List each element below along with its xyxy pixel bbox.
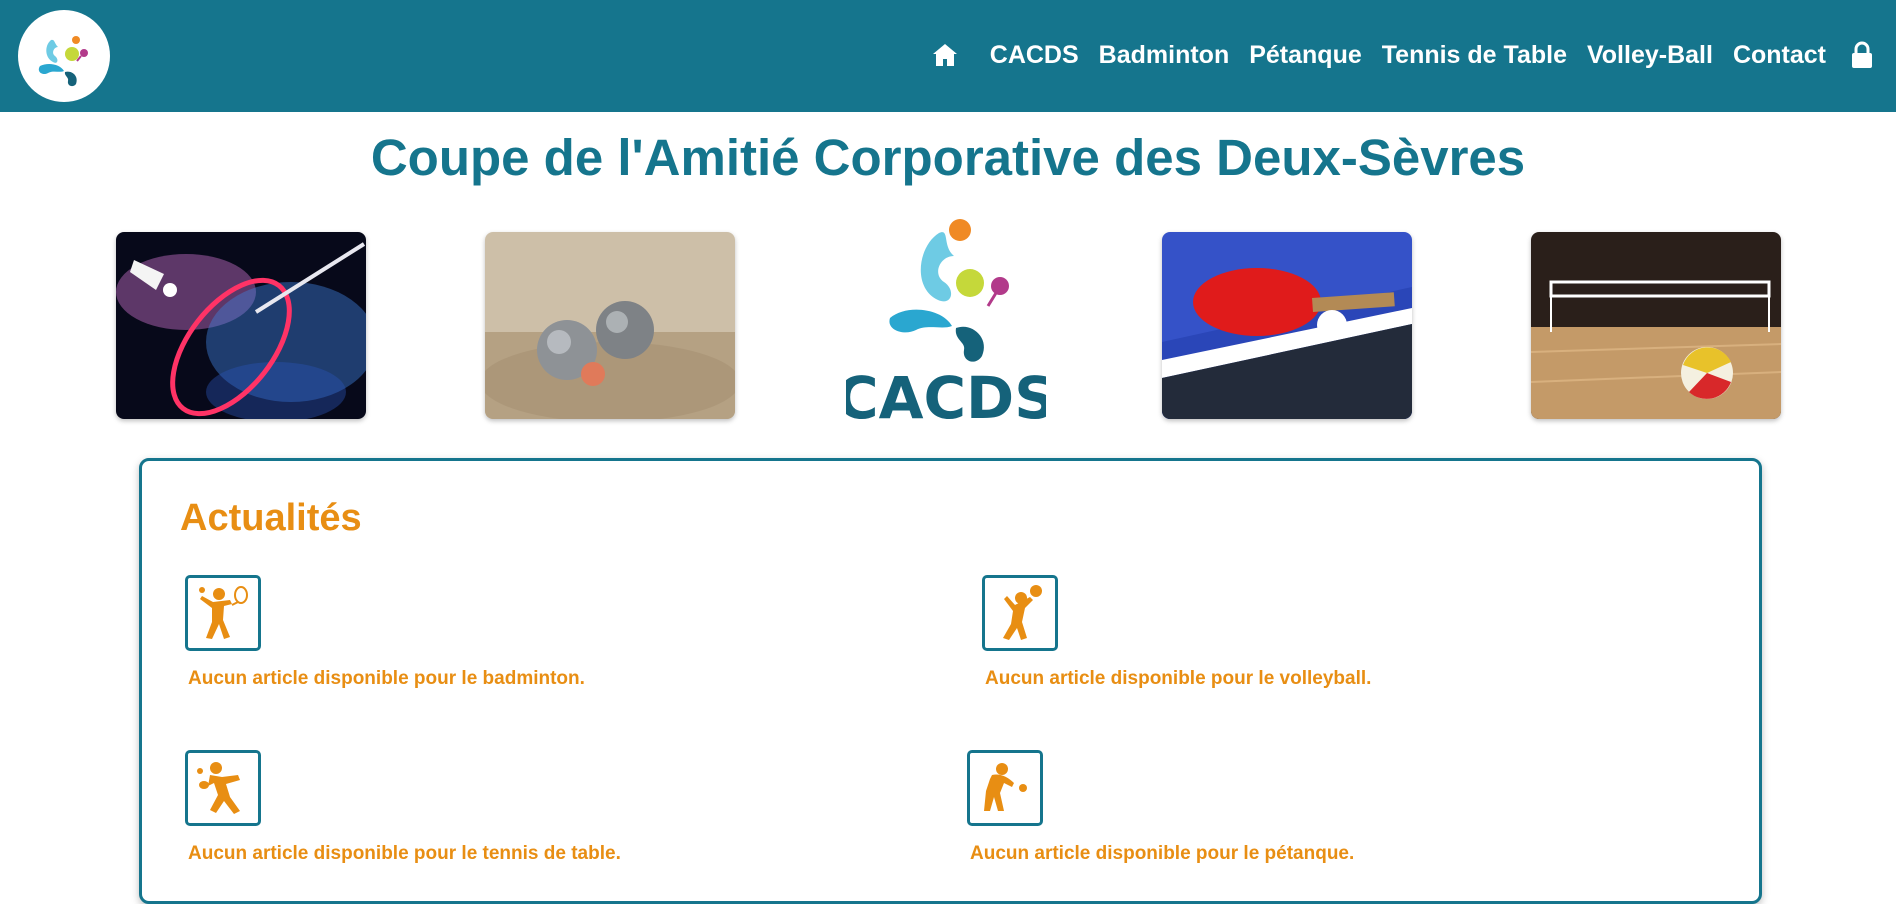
nav-item-contact[interactable]: Contact [1733,41,1826,70]
nav-home[interactable] [932,41,958,69]
news-item-tennis-de-table: Aucun article disponible pour le tennis … [188,843,621,864]
nav-item-badminton[interactable]: Badminton [1099,41,1230,70]
news-item-volleyball: Aucun article disponible pour le volleyb… [985,668,1372,689]
news-heading: Actualités [180,497,362,539]
news-section: Actualités Aucun article disponible pour… [139,458,1762,904]
home-icon [932,44,957,66]
table-tennis-photo [1162,232,1412,419]
nav-login[interactable] [1850,41,1874,69]
badminton-player-icon [185,575,261,651]
cacds-logo: CACDS [836,218,1056,432]
nav-item-cacds[interactable]: CACDS [990,41,1079,70]
logo-text: CACDS [846,364,1046,428]
volleyball-player-icon [982,575,1058,651]
nav-item-volley-ball[interactable]: Volley-Ball [1587,41,1713,70]
table-tennis-player-icon [185,750,261,826]
nav-item-tennis-de-table[interactable]: Tennis de Table [1382,41,1567,70]
site-logo[interactable] [18,10,110,102]
volleyball-photo [1531,232,1781,419]
news-item-badminton: Aucun article disponible pour le badmint… [188,668,585,689]
main-nav: CACDS Badminton Pétanque Tennis de Table… [932,30,1874,80]
nav-item-petanque[interactable]: Pétanque [1249,41,1362,70]
page-title: Coupe de l'Amitié Corporative des Deux-S… [370,129,1526,186]
petanque-player-icon [967,750,1043,826]
top-navbar: CACDS Badminton Pétanque Tennis de Table… [0,0,1896,112]
cacds-logo-icon [38,36,88,87]
news-item-petanque: Aucun article disponible pour le pétanqu… [970,843,1355,864]
badminton-photo [116,232,366,419]
lock-icon [1852,41,1872,68]
petanque-photo [485,232,735,419]
